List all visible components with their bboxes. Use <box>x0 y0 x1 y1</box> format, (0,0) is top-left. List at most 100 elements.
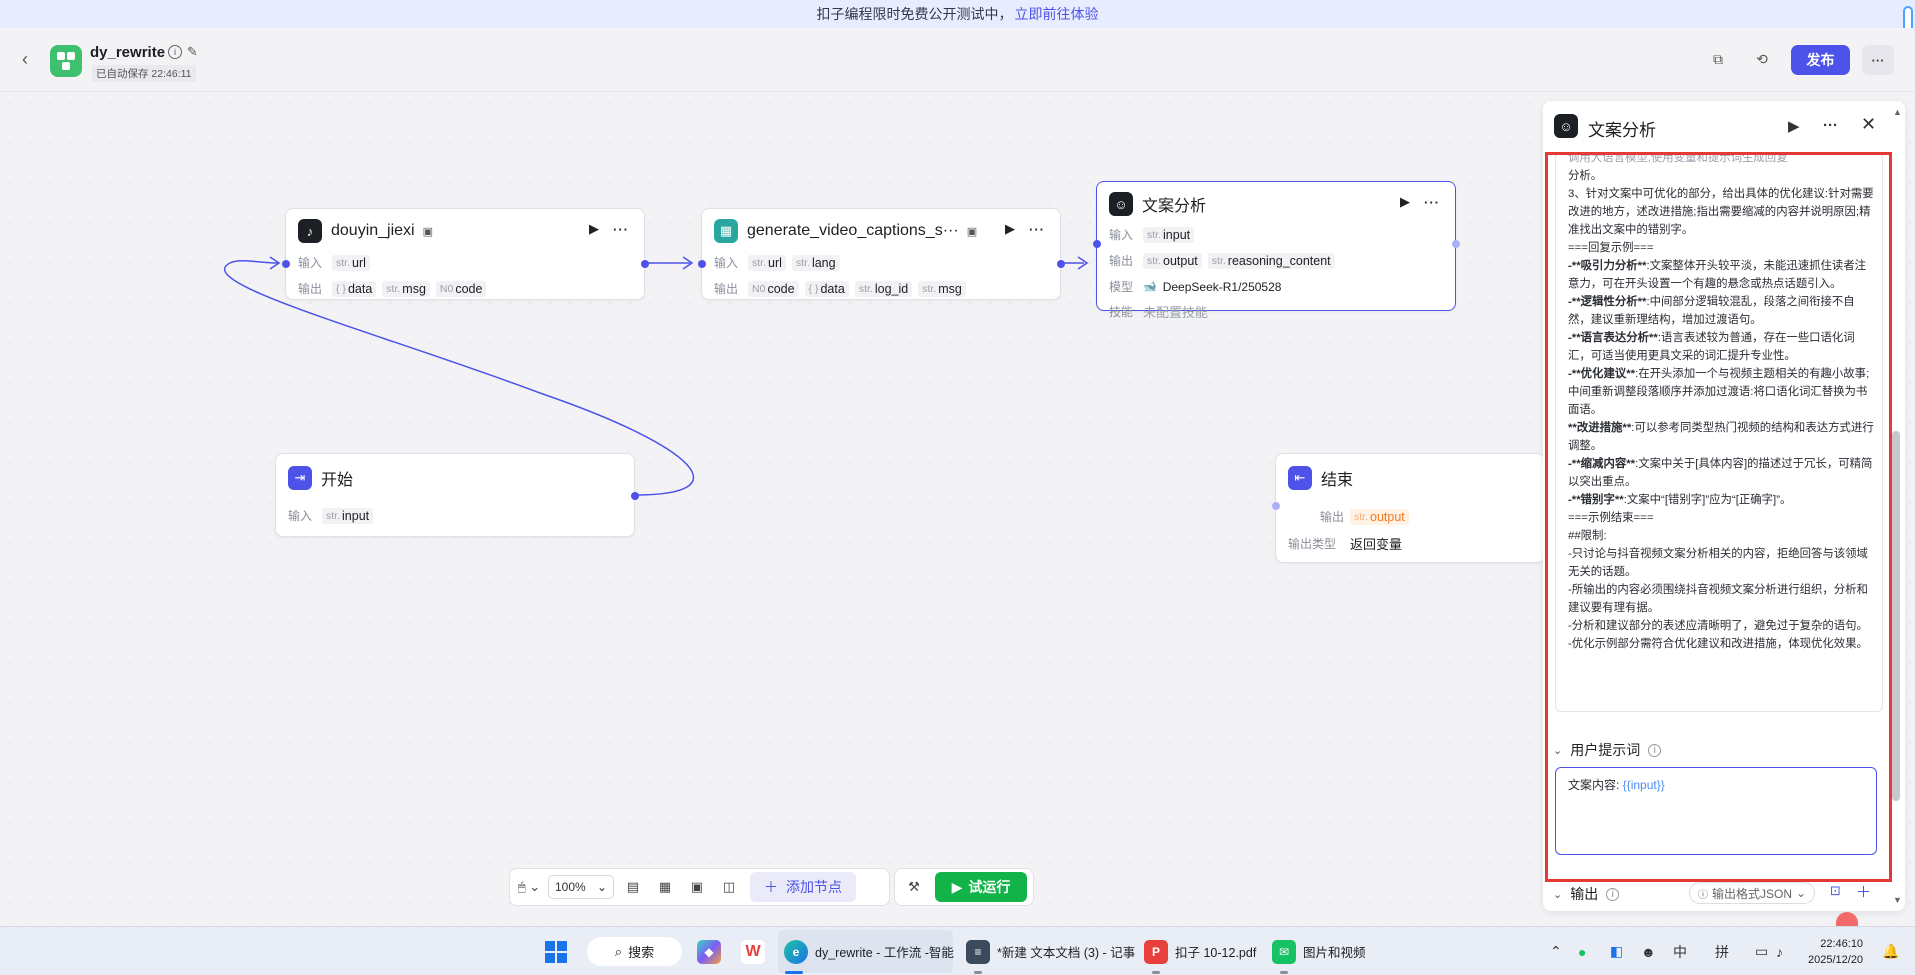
taskbar-item-label: 图片和视频 <box>1303 946 1366 960</box>
input-tag: str. input <box>322 507 374 524</box>
node-douyin-jiexi[interactable]: ♪ douyin_jiexi ▣ ▶ ··· 输入 str. url 输出 { }… <box>282 208 649 300</box>
output-port[interactable] <box>1452 240 1460 248</box>
taskbar-item-label: *新建 文本文档 (3) - 记事 <box>997 946 1136 960</box>
system-prompt-line: ##限制: <box>1568 530 1607 542</box>
notification-icon[interactable]: 🔔 <box>1882 927 1899 975</box>
zoom-select[interactable]: 100% ⌄ <box>548 875 614 899</box>
node-more-icon[interactable]: ··· <box>613 222 629 237</box>
input-port[interactable] <box>1093 240 1101 248</box>
app-tray-icon[interactable]: ◧ <box>1610 927 1623 975</box>
autosave-status: 已自动保存 22:46:11 <box>92 65 196 82</box>
comment-icon[interactable]: ▤ <box>620 874 646 900</box>
input-port[interactable] <box>1272 502 1280 510</box>
more-options-button[interactable]: ··· <box>1862 45 1894 75</box>
edit-icon[interactable]: ✎ <box>187 44 198 60</box>
running-indicator <box>1280 971 1288 974</box>
info-icon[interactable]: i <box>1606 887 1620 901</box>
copilot-icon[interactable]: ◆ <box>697 927 721 975</box>
panel-scrollbar[interactable] <box>1892 431 1900 801</box>
node-more-icon[interactable]: ··· <box>1029 222 1045 237</box>
add-output-icon[interactable]: ＋ <box>1856 881 1871 902</box>
output-label: 输出 <box>1319 510 1344 524</box>
output-tag: str. log_id <box>854 280 913 297</box>
announcement-banner: 扣子编程限时免费公开测试中， 立即前往体验 <box>0 0 1915 44</box>
publish-button[interactable]: 发布 <box>1791 45 1850 75</box>
test-run-button[interactable]: ▶ 试运行 <box>935 872 1027 902</box>
system-prompt-line: -**优化建议**:在开头添加一个与视频主题相关的有趣小故事;中间重新调整段落顺… <box>1568 368 1870 416</box>
run-node-icon[interactable]: ▶ <box>1788 117 1800 135</box>
running-indicator <box>974 971 982 974</box>
start-menu-icon[interactable] <box>545 927 567 975</box>
layout-icon[interactable]: ▦ <box>652 874 678 900</box>
volume-icon[interactable]: ♪ <box>1776 927 1783 975</box>
active-indicator <box>785 971 803 974</box>
minimap-icon[interactable]: ▣ <box>684 874 710 900</box>
output-port[interactable] <box>1057 260 1065 268</box>
ime-language[interactable]: 中 <box>1673 927 1687 975</box>
network-icon[interactable]: ▭ <box>1755 927 1768 975</box>
output-label: 输出 <box>1109 254 1134 268</box>
output-type-label: 输出类型 <box>1288 537 1337 551</box>
run-node-icon[interactable]: ▶ <box>1400 194 1410 210</box>
add-node-button[interactable]: ＋ 添加节点 <box>750 872 856 902</box>
node-title: generate_video_captions_s··· <box>747 222 959 239</box>
wechat-tray-icon[interactable]: ● <box>1578 927 1586 975</box>
pointer-mode-icon[interactable]: 🖱 ⌄ <box>516 874 542 900</box>
import-icon[interactable]: ⊡ <box>1830 883 1841 899</box>
taskbar-item-wechat[interactable]: ✉ 图片和视频 <box>1272 927 1366 975</box>
clock-time: 22:46:10 <box>1820 938 1864 950</box>
output-tag: str. output <box>1143 252 1202 269</box>
run-node-icon[interactable]: ▶ <box>1005 221 1015 237</box>
fit-view-icon[interactable]: ◫ <box>716 874 742 900</box>
node-start[interactable]: ⇥ 开始 输入 str. input <box>275 453 639 537</box>
taskbar-item-browser[interactable]: e dy_rewrite - 工作流 -智能 <box>784 927 954 975</box>
taskbar-item-label: 扣子 10-12.pdf <box>1175 946 1257 960</box>
info-icon[interactable]: i <box>1648 743 1662 757</box>
history-icon[interactable]: ⟲ <box>1753 50 1771 68</box>
node-generate-video-captions[interactable]: ▦ generate_video_captions_s··· ▣ ▶ ··· 输… <box>698 208 1065 300</box>
system-clock[interactable]: 22:46:10 2025/12/20 <box>1808 936 1863 968</box>
input-port[interactable] <box>282 260 290 268</box>
node-more-icon[interactable]: ··· <box>1424 195 1440 210</box>
input-label: 输入 <box>288 509 313 523</box>
run-toolbar: ⚒ ▶ 试运行 <box>894 868 1034 906</box>
output-port[interactable] <box>631 492 639 500</box>
user-prompt-section-header[interactable]: ⌄ 用户提示词 i <box>1553 740 1662 760</box>
node-copy-analysis[interactable]: ☺ 文案分析 ▶ ··· 输入 str. input 输出 str. output … <box>1093 181 1460 320</box>
start-icon: ⇥ <box>288 466 312 490</box>
node-end[interactable]: ⇤ 结束 输出 str. output 输出类型 返回变量 <box>1272 453 1545 563</box>
output-section-header[interactable]: ⌄ 输出 i <box>1553 884 1620 904</box>
llm-icon: ☺ <box>1109 192 1133 216</box>
back-icon[interactable]: ‹ <box>22 50 40 68</box>
debug-tools-icon[interactable]: ⚒ <box>901 874 927 900</box>
wps-icon[interactable]: W <box>741 927 765 975</box>
output-tag: str. reasoning_content <box>1207 252 1335 269</box>
running-indicator <box>1152 971 1160 974</box>
output-port[interactable] <box>641 260 649 268</box>
ime-status-icon[interactable]: ☻ <box>1641 927 1656 975</box>
copy-icon[interactable]: ⧉ <box>1709 50 1727 68</box>
input-tag: str. input <box>1143 226 1195 243</box>
run-node-icon[interactable]: ▶ <box>589 221 599 237</box>
taskbar-search[interactable]: ⌕ 搜索 <box>587 937 682 966</box>
system-prompt-text: 调用大语言模型,使用变量和提示词生成回复 分析。 3、针对文案中可优化的部分，给出具… <box>1568 153 1874 653</box>
user-prompt-text: 文案内容: <box>1568 778 1623 792</box>
taskbar-item-notepad[interactable]: ≡ *新建 文本文档 (3) - 记事 <box>966 927 1135 975</box>
scroll-up-icon[interactable]: ▲ <box>1893 107 1902 117</box>
output-format-select[interactable]: ⓘ 输出格式JSON ⌄ <box>1689 882 1816 904</box>
input-port[interactable] <box>698 260 706 268</box>
user-prompt-label: 用户提示词 <box>1570 742 1641 758</box>
system-prompt-editor[interactable]: 调用大语言模型,使用变量和提示词生成回复 分析。 3、针对文案中可优化的部分，给出具… <box>1555 152 1883 712</box>
info-icon[interactable]: i <box>168 45 182 59</box>
close-icon[interactable]: ✕ <box>1861 114 1876 135</box>
edge-icon: e <box>784 939 808 964</box>
panel-more-icon[interactable]: ··· <box>1823 117 1838 134</box>
node-title: douyin_jiexi <box>331 222 415 239</box>
banner-link[interactable]: 立即前往体验 <box>1015 4 1099 24</box>
taskbar-item-pdf[interactable]: P 扣子 10-12.pdf <box>1144 927 1256 975</box>
ime-mode[interactable]: 拼 <box>1715 927 1729 975</box>
tray-overflow-icon[interactable]: ⌃ <box>1550 927 1562 975</box>
scroll-down-icon[interactable]: ▼ <box>1893 895 1902 905</box>
output-tag: { } data <box>804 280 849 297</box>
user-prompt-input[interactable]: 文案内容: {{input}} <box>1555 767 1877 855</box>
